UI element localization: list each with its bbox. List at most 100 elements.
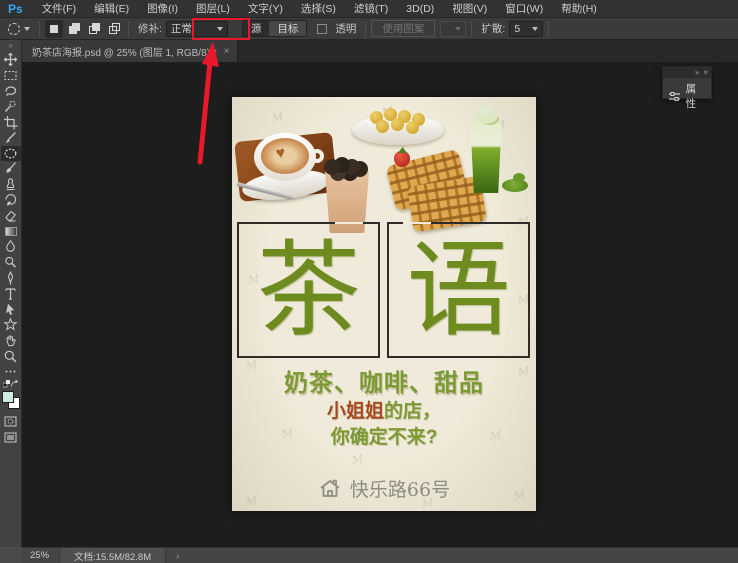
lasso-tool[interactable] [1,83,21,98]
patch-icon [3,146,18,161]
path-selection-tool[interactable] [1,302,21,317]
crop-icon [3,115,18,130]
poster-address: 快乐路66号 [350,475,450,502]
menu-help[interactable]: 帮助(H) [552,0,606,18]
eraser-tool[interactable] [1,208,21,223]
poster-document[interactable]: MMMMMMMMMMMMMMM ♥ [232,97,536,511]
separator [39,21,40,37]
status-options-chevron-icon[interactable]: › [166,551,189,561]
default-colors-icon[interactable] [3,380,11,388]
blur-tool[interactable] [1,239,21,254]
screen-mode-button[interactable] [1,430,21,445]
close-icon[interactable]: × [224,46,230,57]
patch-mode-select[interactable]: 正常 [166,21,228,37]
history-brush-tool[interactable] [1,193,21,208]
tool-options-bar: 修补: 正常 源 目标 透明 使用图案 扩散: 5 [0,18,738,40]
brush-icon [3,161,18,176]
patch-tool[interactable] [1,146,21,161]
color-swatches [1,390,21,410]
separator [128,21,129,37]
menu-image[interactable]: 图像(I) [138,0,187,18]
menu-select[interactable]: 选择(S) [292,0,345,18]
menu-edit[interactable]: 编辑(E) [85,0,138,18]
pen-tool[interactable] [1,271,21,286]
selection-mode-group [45,20,123,38]
menu-view[interactable]: 视图(V) [443,0,496,18]
magnifier-icon [3,349,18,364]
color-controls [1,379,21,388]
transparent-option[interactable]: 透明 [317,21,360,36]
swap-colors-icon[interactable] [10,380,18,388]
menu-file[interactable]: 文件(F) [33,0,85,18]
move-tool[interactable] [1,52,21,67]
poster-subtitle: 奶茶、咖啡、甜品 [232,363,536,398]
destination-button[interactable]: 目标 [269,21,306,36]
strawberry-graphic [394,151,410,167]
canvas-area[interactable]: MMMMMMMMMMMMMMM ♥ [22,62,738,547]
brush-tool[interactable] [1,161,21,176]
poster-footer: 快乐路66号 [232,475,536,502]
menu-type[interactable]: 文字(Y) [239,0,292,18]
collapse-panel-icon[interactable]: » [695,68,699,78]
pattern-picker-select[interactable] [440,21,466,37]
tagline-accent: 小姐姐 [327,401,384,422]
document-tab-bar: 奶茶店海报.psd @ 25% (图层 1, RGB/8) * × [22,40,738,62]
new-selection-icon [50,25,58,33]
transparent-checkbox[interactable] [317,24,327,34]
eraser-icon [3,208,18,223]
shape-tool[interactable] [1,317,21,332]
hand-tool[interactable] [1,333,21,348]
tool-preset-picker[interactable] [0,23,34,35]
photoshop-logo: Ps [0,2,33,16]
pen-icon [3,271,18,286]
blur-icon [3,239,18,254]
chevron-down-icon [217,27,223,31]
zoom-tool[interactable] [1,349,21,364]
foreground-color-swatch[interactable] [2,391,14,403]
chevron-down-icon [532,27,538,31]
dodge-icon [3,255,18,270]
menu-layer[interactable]: 图层(L) [187,0,239,18]
edit-toolbar-button[interactable] [1,364,21,379]
menu-3d[interactable]: 3D(D) [397,0,443,18]
quick-selection-tool[interactable] [1,99,21,114]
document-tab[interactable]: 奶茶店海报.psd @ 25% (图层 1, RGB/8) * × [22,40,238,62]
intersect-selection-button[interactable] [105,20,123,38]
use-pattern-button[interactable]: 使用图案 [371,20,435,37]
new-selection-button[interactable] [45,20,63,38]
diffusion-label: 扩散: [481,21,505,36]
crop-tool[interactable] [1,115,21,130]
dodge-tool[interactable] [1,255,21,270]
close-panel-icon[interactable]: × [703,68,708,78]
menu-bar: Ps 文件(F) 编辑(E) 图像(I) 图层(L) 文字(Y) 选择(S) 滤… [0,0,738,18]
properties-panel-title: 属性 [686,81,706,111]
rectangular-marquee-tool[interactable] [1,68,21,83]
quick-selection-icon [3,99,18,114]
matcha-drink-graphic [469,129,503,193]
transparent-label: 透明 [335,21,356,36]
gradient-tool[interactable] [1,224,21,239]
quick-mask-button[interactable] [1,414,21,429]
menu-filter[interactable]: 滤镜(T) [345,0,397,18]
type-tool[interactable] [1,286,21,301]
properties-panel: » × 属性 [662,66,712,99]
source-button[interactable]: 源 [243,21,270,36]
quick-mask-icon [3,414,18,429]
separator [365,21,366,37]
menu-window[interactable]: 窗口(W) [496,0,552,18]
clone-stamp-tool[interactable] [1,177,21,192]
poster-title-char-yu: 语 [406,238,510,342]
chevron-down-icon [455,27,461,31]
zoom-level-field[interactable]: 25% [22,550,59,561]
ellipsis-icon [3,364,18,379]
tools-panel-grip[interactable]: » [0,40,22,52]
tools-panel: » [0,40,22,563]
watermark-glyph: M [351,452,365,467]
diffusion-select[interactable]: 5 [509,21,543,37]
subtract-from-selection-button[interactable] [85,20,103,38]
add-to-selection-button[interactable] [65,20,83,38]
patch-tool-icon [8,23,20,35]
eyedropper-tool[interactable] [1,130,21,145]
properties-panel-body[interactable]: 属性 [663,78,711,114]
title-frame-right: 语 [387,222,530,358]
